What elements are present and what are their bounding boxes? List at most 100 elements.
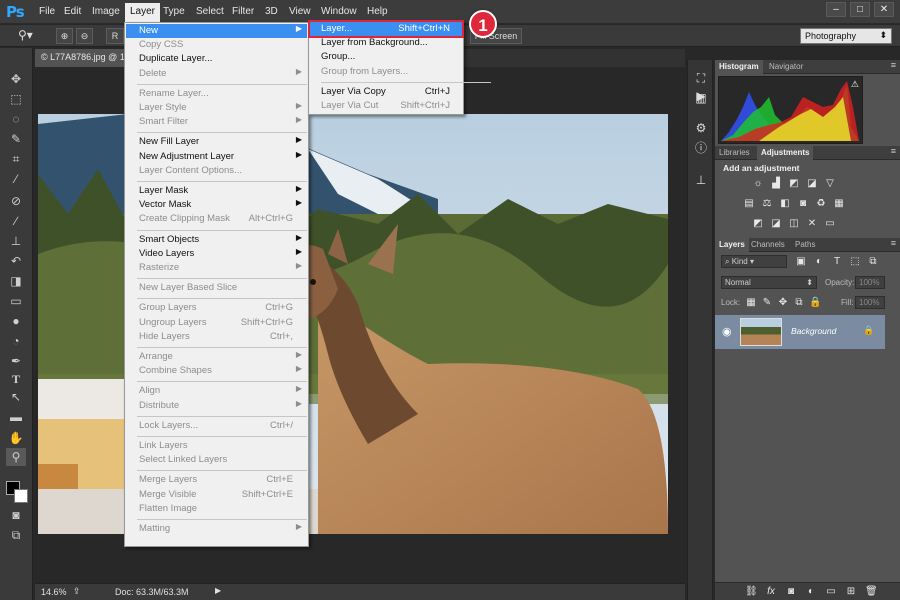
- menu-item-new[interactable]: New ▶: [126, 24, 307, 38]
- gradient-map-icon[interactable]: ▭: [824, 218, 836, 229]
- levels-icon[interactable]: ▟: [770, 178, 782, 189]
- healing-brush-icon[interactable]: ⊘: [6, 192, 26, 210]
- menu-item-create-clipping-mask[interactable]: Create Clipping Mask Alt+Ctrl+G: [126, 212, 307, 226]
- fill-input[interactable]: 100%: [855, 296, 885, 309]
- threshold-icon[interactable]: ◫: [788, 218, 800, 229]
- submenu-item-group-from-layers[interactable]: Group from Layers...: [310, 65, 462, 79]
- menu-item-smart-filter[interactable]: Smart Filter ▶: [126, 115, 307, 129]
- clone-source-icon[interactable]: ⊥: [692, 172, 710, 188]
- eye-icon[interactable]: ◉: [722, 325, 732, 338]
- maximize-icon[interactable]: □: [850, 2, 870, 17]
- menu-filter[interactable]: Filter: [232, 6, 254, 17]
- lock-artboard-icon[interactable]: ⧉: [793, 297, 805, 308]
- menu-item-lock-layers[interactable]: Lock Layers... Ctrl+/: [126, 419, 307, 433]
- menu-select[interactable]: Select: [196, 6, 224, 17]
- menu-item-combine-shapes[interactable]: Combine Shapes ▶: [126, 364, 307, 378]
- pen-tool-icon[interactable]: ✒: [6, 352, 26, 370]
- screen-mode-icon[interactable]: ⧉: [6, 526, 26, 544]
- actions-icon[interactable]: ▶: [692, 88, 710, 104]
- lock-transparency-icon[interactable]: ▦: [745, 297, 757, 308]
- menu-item-select-linked-layers[interactable]: Select Linked Layers: [126, 453, 307, 467]
- black-white-icon[interactable]: ◧: [779, 198, 791, 209]
- rectangle-tool-icon[interactable]: ▬: [6, 408, 26, 426]
- menu-image[interactable]: Image: [92, 6, 120, 17]
- path-select-icon[interactable]: ↖: [6, 388, 26, 406]
- link-layers-icon[interactable]: ⛓: [745, 586, 758, 597]
- tab-channels[interactable]: Channels: [747, 238, 789, 252]
- menu-item-copy-css[interactable]: Copy CSS: [126, 38, 307, 52]
- brush-tool-icon[interactable]: ∕: [6, 212, 26, 230]
- status-arrow-icon[interactable]: ▶: [215, 586, 221, 595]
- blend-mode-select[interactable]: Normal ⬍: [721, 276, 817, 289]
- move-tool-icon[interactable]: ✥: [6, 70, 26, 88]
- invert-icon[interactable]: ◩: [752, 218, 764, 229]
- menu-item-rasterize[interactable]: Rasterize ▶: [126, 261, 307, 275]
- color-balance-icon[interactable]: ⚖: [761, 198, 773, 209]
- zoom-level[interactable]: 14.6%: [41, 587, 67, 597]
- layer-style-icon[interactable]: fx: [765, 586, 777, 597]
- menu-item-layer-content-options[interactable]: Layer Content Options...: [126, 164, 307, 178]
- filter-smart-icon[interactable]: ⧉: [867, 256, 879, 267]
- panel-menu-icon[interactable]: ≡: [891, 146, 896, 156]
- brush-settings-icon[interactable]: ⚙: [692, 120, 710, 136]
- menu-help[interactable]: Help: [367, 6, 388, 17]
- menu-3d[interactable]: 3D: [265, 6, 278, 17]
- menu-item-matting[interactable]: Matting ▶: [126, 522, 307, 536]
- submenu-item-layer-from-background[interactable]: Layer from Background...: [310, 36, 462, 50]
- eyedropper-tool-icon[interactable]: ⁄: [6, 170, 26, 188]
- type-tool-icon[interactable]: T: [6, 370, 26, 388]
- panel-menu-icon[interactable]: ≡: [891, 238, 896, 248]
- quick-mask-icon[interactable]: ◙: [6, 506, 26, 524]
- menu-item-merge-visible[interactable]: Merge Visible Shift+Ctrl+E: [126, 488, 307, 502]
- zoom-tool-icon[interactable]: ⚲▾: [18, 28, 44, 44]
- menu-item-vector-mask[interactable]: Vector Mask ▶: [126, 198, 307, 212]
- new-layer-icon[interactable]: ⊞: [845, 586, 857, 597]
- color-lookup-icon[interactable]: ▦: [833, 198, 845, 209]
- photo-filter-icon[interactable]: ◙: [797, 198, 809, 209]
- tab-navigator[interactable]: Navigator: [765, 60, 807, 74]
- layer-row-background[interactable]: ◉ Background 🔒: [715, 315, 885, 349]
- tab-layers[interactable]: Layers: [715, 238, 749, 252]
- quick-select-tool-icon[interactable]: ✎: [6, 130, 26, 148]
- menu-item-new-adjustment-layer[interactable]: New Adjustment Layer ▶: [126, 150, 307, 164]
- tab-adjustments[interactable]: Adjustments: [757, 146, 814, 160]
- crop-tool-icon[interactable]: ⌗: [6, 150, 26, 168]
- submenu-item-layer-via-cut[interactable]: Layer Via Cut Shift+Ctrl+J: [310, 99, 462, 113]
- menu-item-ungroup-layers[interactable]: Ungroup Layers Shift+Ctrl+G: [126, 316, 307, 330]
- zoom-out-icon[interactable]: ⊖: [76, 28, 93, 44]
- menu-type[interactable]: Type: [163, 6, 185, 17]
- menu-item-align[interactable]: Align ▶: [126, 384, 307, 398]
- posterize-icon[interactable]: ◪: [770, 218, 782, 229]
- workspace-select[interactable]: Photography ⬍: [800, 28, 892, 44]
- close-icon[interactable]: ✕: [874, 2, 894, 17]
- kind-filter-select[interactable]: ⌕ Kind ▾: [721, 255, 787, 268]
- eraser-tool-icon[interactable]: ◨: [6, 272, 26, 290]
- menu-edit[interactable]: Edit: [64, 6, 81, 17]
- gradient-tool-icon[interactable]: ▭: [6, 292, 26, 310]
- lock-all-icon[interactable]: 🔒: [809, 297, 821, 308]
- selective-color-icon[interactable]: ✕: [806, 218, 818, 229]
- share-icon[interactable]: ⇪: [73, 586, 81, 597]
- tab-paths[interactable]: Paths: [791, 238, 819, 252]
- curves-icon[interactable]: ◩: [788, 178, 800, 189]
- resize-windows-checkbox[interactable]: R: [106, 28, 124, 44]
- menu-window[interactable]: Window: [321, 6, 357, 17]
- menu-view[interactable]: View: [289, 6, 311, 17]
- menu-item-flatten-image[interactable]: Flatten Image: [126, 502, 307, 516]
- filter-adjustment-icon[interactable]: ◐: [813, 256, 825, 267]
- submenu-item-layer[interactable]: Layer... Shift+Ctrl+N: [308, 20, 464, 38]
- vibrance-icon[interactable]: ▽: [824, 178, 836, 189]
- clone-stamp-icon[interactable]: ⊥: [6, 232, 26, 250]
- add-mask-icon[interactable]: ◙: [785, 586, 797, 597]
- submenu-item-layer-via-copy[interactable]: Layer Via Copy Ctrl+J: [310, 85, 462, 99]
- menu-layer[interactable]: Layer: [125, 3, 161, 23]
- dodge-tool-icon[interactable]: ◔: [6, 332, 26, 350]
- lock-position-icon[interactable]: ✥: [777, 297, 789, 308]
- menu-item-hide-layers[interactable]: Hide Layers Ctrl+,: [126, 330, 307, 344]
- menu-file[interactable]: File: [39, 6, 55, 17]
- menu-item-merge-layers[interactable]: Merge Layers Ctrl+E: [126, 473, 307, 487]
- menu-item-layer-style[interactable]: Layer Style ▶: [126, 101, 307, 115]
- blur-tool-icon[interactable]: ●: [6, 312, 26, 330]
- menu-item-distribute[interactable]: Distribute ▶: [126, 399, 307, 413]
- history-icon[interactable]: ⛶: [692, 70, 710, 86]
